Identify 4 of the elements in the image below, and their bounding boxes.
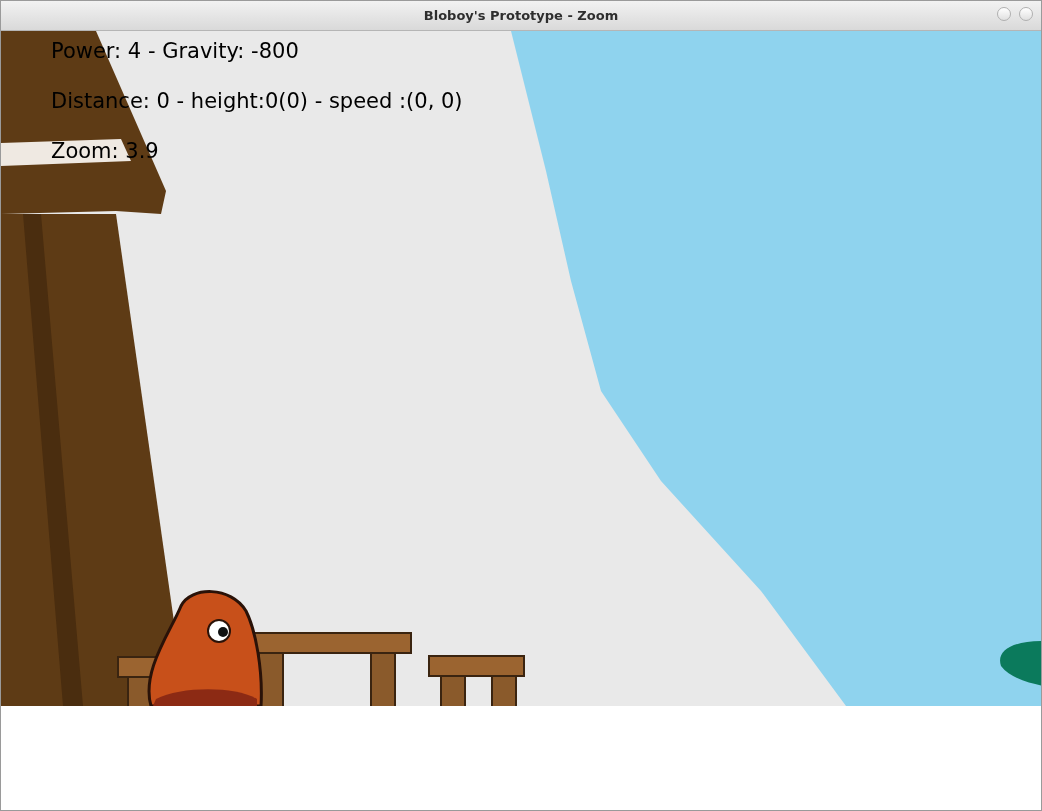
minimize-button[interactable] [997,7,1011,21]
window-title: Bloboy's Prototype - Zoom [423,6,619,25]
close-button[interactable] [1019,7,1033,21]
leaf-drawing [1000,641,1041,686]
